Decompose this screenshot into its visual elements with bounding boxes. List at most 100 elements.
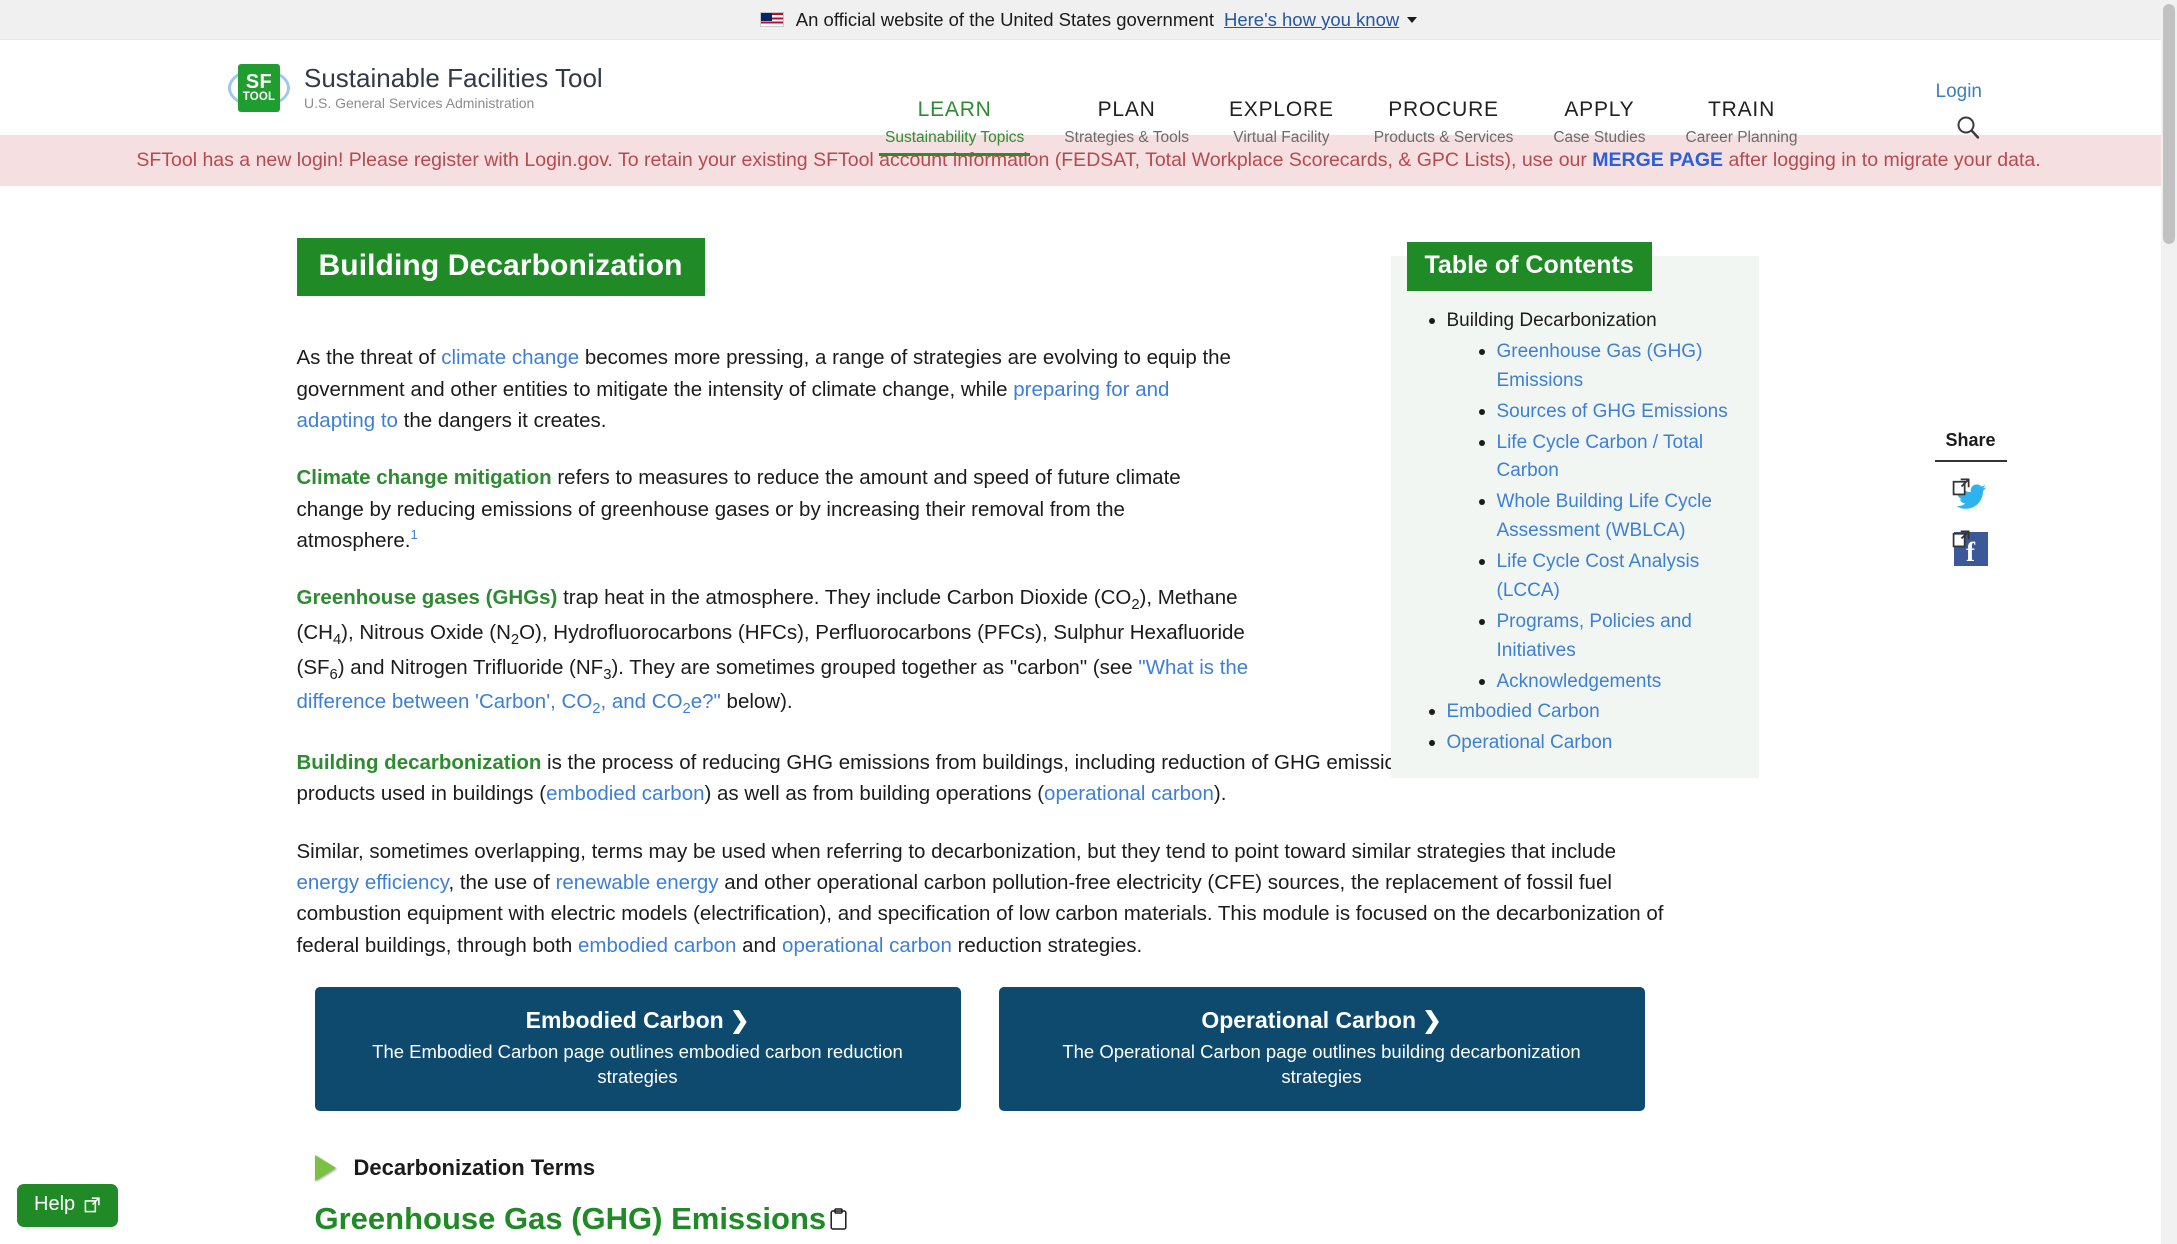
p5-a: Similar, sometimes overlapping, terms ma… (296, 839, 1617, 863)
brand-lockup[interactable]: SF TOOL Sustainable Facilities Tool U.S.… (228, 62, 603, 114)
nav-item-plan[interactable]: PLAN Strategies & Tools (1044, 98, 1209, 147)
nav-item-procure[interactable]: PROCURE Products & Services (1354, 98, 1534, 147)
operational-carbon-cta-label: Operational Carbon (1201, 1007, 1417, 1034)
toc-root-item: Building Decarbonization Greenhouse Gas … (1427, 307, 1759, 696)
link-embodied-carbon-2[interactable]: embodied carbon (578, 934, 736, 957)
p5-b: , the use of (448, 871, 556, 895)
alert-text-part1: SFTool has a new login! Please register … (136, 149, 1593, 171)
toc-subitem[interactable]: Life Cycle Carbon / Total Carbon (1477, 429, 1759, 487)
search-icon[interactable] (1955, 114, 1981, 140)
help-button-label: Help (34, 1193, 76, 1215)
toc-subitem[interactable]: Life Cycle Cost Analysis (LCCA) (1477, 548, 1759, 606)
gov-banner: An official website of the United States… (0, 0, 2177, 40)
facebook-icon[interactable]: f (1952, 530, 1988, 566)
link-energy-efficiency[interactable]: energy efficiency (297, 871, 449, 894)
how-you-know-link[interactable]: Here's how you know (1224, 9, 1399, 31)
help-button[interactable]: Help (17, 1184, 119, 1227)
toc-subitem[interactable]: Sources of GHG Emissions (1477, 398, 1759, 427)
keyword-greenhouse-gases: Greenhouse gases (GHGs) (296, 586, 558, 610)
nav-item-apply[interactable]: APPLY Case Studies (1533, 98, 1665, 147)
decarbonization-terms-accordion[interactable]: Decarbonization Terms (314, 1155, 1667, 1182)
toc-subitem[interactable]: Greenhouse Gas (GHG) Emissions (1477, 338, 1759, 396)
p4-c: ). (1213, 782, 1227, 806)
operational-carbon-cta[interactable]: Operational Carbon ❯ The Operational Car… (998, 987, 1645, 1112)
p3-sub-2: 4 (332, 632, 342, 649)
footnote-ref-1[interactable]: 1 (410, 527, 417, 542)
paragraph-mitigation: Climate change mitigation refers to meas… (297, 462, 1252, 556)
toc-link-lcca[interactable]: Life Cycle Cost Analysis (LCCA) (1497, 551, 1700, 601)
link-embodied-carbon-1[interactable]: embodied carbon (546, 782, 704, 805)
link-operational-carbon-2[interactable]: operational carbon (782, 934, 952, 957)
decarbonization-terms-label: Decarbonization Terms (353, 1155, 596, 1181)
nav-item-plan-sublabel: Strategies & Tools (1064, 129, 1189, 146)
nav-item-learn-label: LEARN (917, 98, 992, 121)
toc-link-embodied-carbon[interactable]: Embodied Carbon (1447, 701, 1600, 722)
site-title: Sustainable Facilities Tool (304, 62, 603, 93)
nav-item-plan-label: PLAN (1097, 98, 1156, 121)
embodied-carbon-cta-sub: The Embodied Carbon page outlines embodi… (372, 1041, 903, 1087)
p1-text-c: the dangers it creates. (397, 408, 607, 432)
operational-carbon-cta-title: Operational Carbon ❯ (1025, 1007, 1619, 1034)
p3-sub-3: 2 (510, 632, 520, 649)
keyword-building-decarbonization: Building decarbonization (296, 751, 542, 775)
p3-a: trap heat in the atmosphere. They includ… (557, 586, 1132, 610)
embodied-carbon-cta-title: Embodied Carbon ❯ (341, 1007, 935, 1034)
toc-item-embodied-carbon[interactable]: Embodied Carbon (1427, 698, 1759, 727)
p3-g: below). (720, 690, 793, 714)
p5-d: and (736, 933, 783, 957)
page-scrollbar[interactable] (2161, 0, 2177, 1244)
toc-link-wblca[interactable]: Whole Building Life Cycle Assessment (WB… (1497, 491, 1712, 541)
toc-link-ghg-emissions[interactable]: Greenhouse Gas (GHG) Emissions (1497, 341, 1703, 391)
play-triangle-icon (314, 1155, 336, 1182)
share-panel: Share f (1934, 430, 2007, 566)
page-body: Building Decarbonization Table of Conten… (0, 186, 2177, 1244)
nav-item-train[interactable]: TRAIN Career Planning (1666, 98, 1818, 147)
operational-carbon-cta-sub: The Operational Carbon page outlines bui… (1062, 1041, 1581, 1087)
toc-link-operational-carbon[interactable]: Operational Carbon (1447, 732, 1613, 753)
section-heading-ghg-emissions: Greenhouse Gas (GHG) Emissions (315, 1201, 1667, 1237)
toc-root-label: Building Decarbonization (1446, 310, 1657, 331)
nav-item-learn[interactable]: LEARN Sustainability Topics (865, 98, 1044, 156)
merge-page-link[interactable]: MERGE PAGE (1592, 149, 1723, 171)
p1-text-a: As the threat of (296, 346, 442, 370)
paragraph-ghgs: Greenhouse gases (GHGs) trap heat in the… (297, 582, 1252, 721)
share-label: Share (1934, 430, 2007, 462)
p5-e: reduction strategies. (951, 933, 1143, 957)
toc-link-programs-policies[interactable]: Programs, Policies and Initiatives (1497, 611, 1692, 661)
twitter-bird-icon[interactable] (1952, 478, 1988, 514)
logo-badge: SF TOOL (238, 63, 280, 112)
toc-link-sources-ghg[interactable]: Sources of GHG Emissions (1497, 401, 1728, 422)
toc-subitem[interactable]: Acknowledgements (1477, 668, 1759, 697)
external-link-icon (84, 1197, 100, 1213)
nav-item-explore[interactable]: EXPLORE Virtual Facility (1209, 98, 1354, 147)
us-flag-icon (759, 12, 784, 27)
paragraph-intro: As the threat of climate change becomes … (297, 342, 1252, 436)
toc-link-acknowledgements[interactable]: Acknowledgements (1497, 671, 1662, 692)
toc-subitem[interactable]: Whole Building Life Cycle Assessment (WB… (1477, 488, 1759, 546)
toc-link-life-cycle-carbon[interactable]: Life Cycle Carbon / Total Carbon (1497, 432, 1704, 482)
chevron-right-icon: ❯ (1422, 1007, 1442, 1034)
nav-item-train-sublabel: Career Planning (1685, 129, 1798, 146)
link-climate-change[interactable]: climate change (441, 346, 579, 369)
section-heading-label: Greenhouse Gas (GHG) Emissions (314, 1201, 827, 1237)
p3-sub-1: 2 (1131, 597, 1140, 614)
embodied-carbon-cta[interactable]: Embodied Carbon ❯ The Embodied Carbon pa… (314, 987, 961, 1112)
logo-tool-text: TOOL (242, 90, 276, 103)
scrollbar-thumb[interactable] (2163, 4, 2175, 244)
main-navigation: LEARN Sustainability Topics PLAN Strateg… (865, 98, 1818, 156)
toc-item-operational-carbon[interactable]: Operational Carbon (1427, 729, 1759, 758)
table-of-contents: Table of Contents Building Decarbonizati… (1390, 242, 1759, 779)
keyword-climate-change-mitigation: Climate change mitigation (296, 466, 552, 490)
link-operational-carbon-1[interactable]: operational carbon (1044, 782, 1214, 805)
link-renewable-energy[interactable]: renewable energy (556, 871, 719, 894)
p3-link-b: , and CO (600, 690, 683, 714)
how-you-know-label: Here's how you know (1223, 8, 1400, 30)
nav-item-apply-label: APPLY (1564, 98, 1635, 121)
clipboard-copy-icon[interactable] (830, 1208, 847, 1231)
p3-f: ). They are sometimes grouped together a… (611, 655, 1139, 679)
login-link[interactable]: Login (1936, 81, 1983, 103)
chevron-down-icon[interactable] (1407, 16, 1418, 23)
toc-heading: Table of Contents (1406, 242, 1652, 291)
sftool-logo: SF TOOL (228, 62, 290, 114)
toc-subitem[interactable]: Programs, Policies and Initiatives (1477, 608, 1759, 666)
